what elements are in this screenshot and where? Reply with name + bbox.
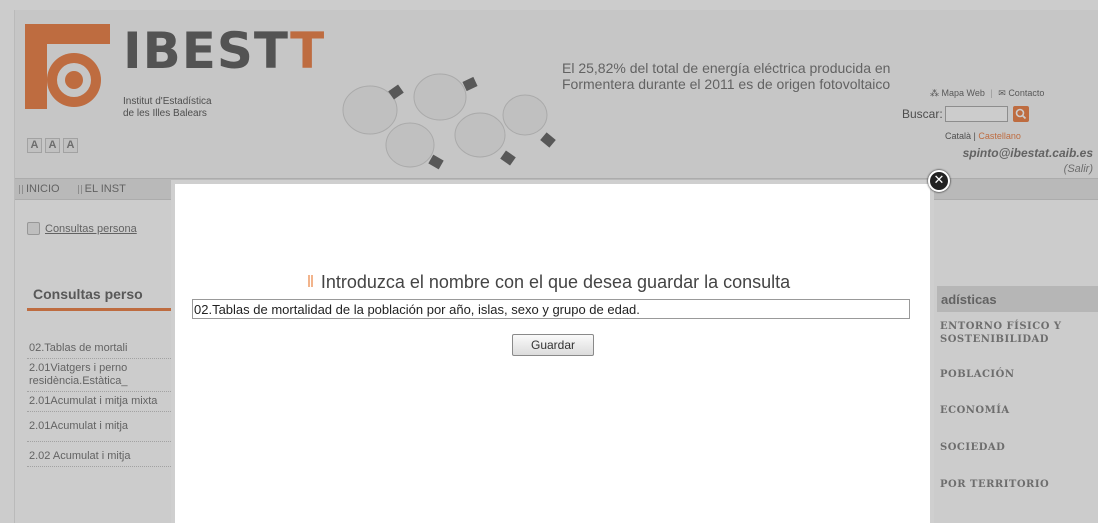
prompt-bullet-icon (307, 275, 313, 287)
save-button[interactable]: Guardar (512, 334, 594, 356)
close-icon[interactable]: ✕ (928, 170, 950, 192)
dialog-prompt: Introduzca el nombre con el que desea gu… (0, 272, 1098, 293)
dialog-prompt-text: Introduzca el nombre con el que desea gu… (320, 272, 791, 292)
query-name-input[interactable] (192, 299, 910, 319)
